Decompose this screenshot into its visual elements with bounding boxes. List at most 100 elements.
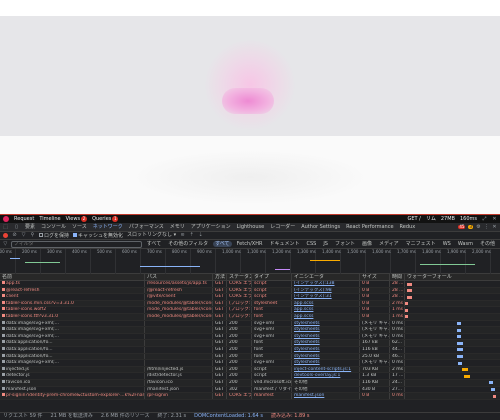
cell-initiator[interactable]: stylesheets xyxy=(292,353,360,360)
chip-manifest[interactable]: マニフェスト xyxy=(404,241,438,247)
table-row[interactable]: app.ts/resources/assets/js/app.ts GET CORS… xyxy=(0,281,500,288)
table-row[interactable]: data:image/svg+xml;... GET 200 svg+xml style… xyxy=(0,327,500,334)
chip-fetch-xhr[interactable]: Fetch/XHR xyxy=(235,241,265,247)
table-row[interactable]: pr-signin?identity-prem-chrome&ctustom-e… xyxy=(0,393,500,400)
table-row[interactable]: @react-refresh /@react-refreshGETCORS エラー… xyxy=(0,287,500,295)
import-icon[interactable]: ⇡ xyxy=(189,233,194,238)
record-icon[interactable] xyxy=(3,233,8,238)
settings-gear-icon[interactable]: ⚙ xyxy=(476,224,481,230)
tab-lighthouse[interactable]: Lighthouse xyxy=(237,224,265,230)
filter-input[interactable] xyxy=(10,240,142,248)
cell-initiator[interactable]: stylesheets xyxy=(292,360,360,366)
tab-recorder[interactable]: レコーダー xyxy=(270,224,295,230)
table-row[interactable]: client /@vite/clientGETCORS エラーscript(インデ… xyxy=(0,294,500,301)
chip-css[interactable]: CSS xyxy=(304,241,318,247)
col-size[interactable]: サイズ xyxy=(360,274,390,280)
tab-performance[interactable]: パフォーマンス xyxy=(129,224,164,230)
table-row[interactable]: tabler-icons.woff2/node_modules/@tabler/… xyxy=(0,307,500,314)
wifi-icon[interactable]: ≋ xyxy=(180,233,185,238)
col-status[interactable]: ステータス xyxy=(227,274,252,280)
rq-tab-queries[interactable]: Queries 1 xyxy=(92,216,119,222)
table-row[interactable]: injected.js/html/injected.js GET 200 script… xyxy=(0,366,500,374)
close-devtools-icon[interactable]: ✕ xyxy=(492,224,497,230)
tab-react-performance[interactable]: React Performance xyxy=(346,224,393,230)
col-name[interactable]: 名前 xyxy=(0,274,145,280)
table-row[interactable]: data:image/svg+xml;... GET 200 svg+xml style… xyxy=(0,333,500,341)
col-type[interactable]: タイプ xyxy=(252,274,292,280)
tab-console[interactable]: コンソール xyxy=(41,224,66,230)
chip-other[interactable]: その他 xyxy=(478,241,497,247)
table-row[interactable]: detector.js/dist/detector.js GET 200 script… xyxy=(0,373,500,380)
tab-application[interactable]: アプリケーション xyxy=(191,224,231,230)
col-waterfall[interactable]: ウォーターフォール xyxy=(405,274,500,280)
close-icon[interactable]: ✕ xyxy=(492,216,497,222)
chip-ws[interactable]: WS xyxy=(441,241,453,247)
cell-initiator[interactable]: その他 xyxy=(292,379,360,386)
chip-more-filters[interactable]: その他のフィルタ xyxy=(166,241,210,247)
table-row[interactable]: tabler-icons.ttf?v3.31.0/node_modules/@t… xyxy=(0,313,500,321)
cell-initiator[interactable]: その他 xyxy=(292,386,360,393)
chip-js[interactable]: JS xyxy=(321,241,330,247)
table-row[interactable]: manifest.json/manifest.json GET 302 manifes… xyxy=(0,386,500,394)
more-options-icon[interactable]: ⋮ xyxy=(484,224,489,230)
cell-initiator[interactable]: stylesheets xyxy=(292,327,360,333)
export-icon[interactable]: ⇣ xyxy=(198,233,203,238)
col-path[interactable]: パス xyxy=(145,274,213,280)
cell-initiator[interactable]: stylesheets xyxy=(292,320,360,327)
cell-initiator[interactable]: app.scss xyxy=(292,307,360,313)
disable-cache-checkbox[interactable]: キャッシュを無効化 xyxy=(73,232,123,239)
tab-memory[interactable]: メモリ xyxy=(170,224,185,230)
waterfall-bar xyxy=(458,361,462,365)
error-count-badge[interactable]: 45 xyxy=(458,225,466,229)
col-initiator[interactable]: イニシエータ xyxy=(292,274,360,280)
table-row[interactable]: favicon.ico/favicon.ico GET 200 vnd.microso… xyxy=(0,379,500,387)
cell-initiator[interactable]: stylesheets xyxy=(292,333,360,340)
table-row[interactable]: data:application/fo... GET 200 font styleshe… xyxy=(0,340,500,347)
search-icon[interactable]: ⚲ xyxy=(30,233,35,238)
chip-invert[interactable]: すべて xyxy=(145,241,163,247)
cell-initiator[interactable]: (インデックス):31 xyxy=(292,294,360,300)
clear-icon[interactable]: ⊘ xyxy=(12,233,17,238)
tab-redux[interactable]: Redux xyxy=(400,224,416,230)
col-method[interactable]: 方法 xyxy=(213,274,227,280)
table-row[interactable]: data:application/fo... GET 200 font styleshe… xyxy=(0,353,500,361)
cell-initiator[interactable]: app.scss xyxy=(292,300,360,307)
chip-media[interactable]: メディア xyxy=(377,241,401,247)
rq-tab-request[interactable]: Request xyxy=(14,216,34,222)
device-toolbar-icon[interactable]: ▯ xyxy=(14,224,19,230)
cell-initiator[interactable]: stylesheets xyxy=(292,340,360,346)
tab-sources[interactable]: ソース xyxy=(72,224,87,230)
page-viewport[interactable] xyxy=(0,0,500,214)
cell-initiator[interactable]: (インデックス):138 xyxy=(292,281,360,287)
tab-network[interactable]: ネットワーク xyxy=(92,223,123,231)
throttle-select[interactable]: スロットリングなし ▾ xyxy=(127,233,176,238)
tab-author-settings[interactable]: Author Settings xyxy=(301,224,340,230)
table-row[interactable]: data:image/svg+xml;... GET 200 svg+xml style… xyxy=(0,320,500,328)
cell-initiator[interactable]: app.scss xyxy=(292,313,360,320)
cell-initiator[interactable]: (インデックス):98 xyxy=(292,287,360,294)
cell-initiator[interactable]: stylesheets xyxy=(292,346,360,353)
table-row[interactable]: data:application/fo... GET 200 font styleshe… xyxy=(0,346,500,354)
chip-font[interactable]: フォント xyxy=(333,241,357,247)
cell-initiator[interactable]: inject-content-scripts.js:1 xyxy=(292,366,360,373)
col-time[interactable]: 時間 xyxy=(390,274,405,280)
network-overview-timeline[interactable]: 100 ms 200 ms 300 ms 400 ms 500 ms 600 ms 700 … xyxy=(0,249,500,274)
table-row[interactable]: tabler-icons.min.css?v=3.31.0/node_modul… xyxy=(0,300,500,308)
table-row[interactable]: data:image/svg+xml;... GET 200 svg+xml style… xyxy=(0,360,500,367)
react-query-logo-icon[interactable] xyxy=(3,216,9,222)
rq-tab-timeline[interactable]: Timeline xyxy=(39,216,60,222)
inspect-element-icon[interactable]: ⬚ xyxy=(3,224,8,230)
rq-tab-views[interactable]: Views 2 xyxy=(66,216,88,222)
chip-doc[interactable]: ドキュメント xyxy=(267,241,301,247)
cell-initiator[interactable]: devtools-overlay.js:1 xyxy=(292,373,360,379)
cell-name-text: tabler-icons.woff2 xyxy=(6,307,47,313)
expand-icon[interactable]: ⤢ xyxy=(482,216,487,222)
chip-all[interactable]: すべて xyxy=(213,241,232,247)
chip-img[interactable]: 画像 xyxy=(360,241,374,247)
warning-count-badge[interactable]: 3 xyxy=(468,225,473,229)
preserve-log-checkbox[interactable]: ログを保持 xyxy=(39,232,69,239)
chip-wasm[interactable]: Wasm xyxy=(456,241,475,247)
tab-elements[interactable]: 要素 xyxy=(25,224,35,230)
filter-icon[interactable]: ▽ xyxy=(21,233,26,238)
cell-initiator[interactable]: manifest.json xyxy=(292,393,360,399)
